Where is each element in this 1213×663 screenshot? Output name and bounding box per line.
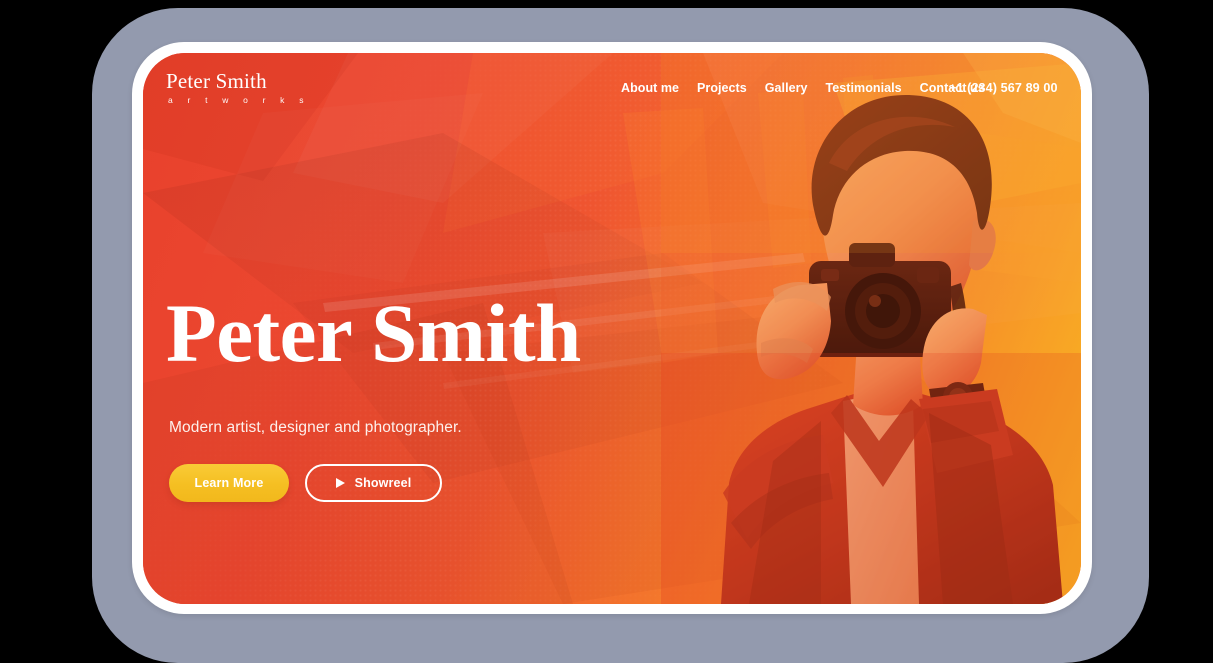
hero-subtitle: Modern artist, designer and photographer… [169,419,462,436]
site-logo[interactable]: Peter Smith a r t w o r k s [166,70,366,105]
logo-name: Peter Smith [166,69,267,93]
showreel-button[interactable]: Showreel [305,464,442,502]
logo-tagline: a r t w o r k s [168,95,310,105]
learn-more-button[interactable]: Learn More [169,464,289,502]
play-icon [335,478,345,488]
nav-item-testimonials[interactable]: Testimonials [826,81,902,95]
hero-actions: Learn More Showreel [169,464,786,502]
nav-item-gallery[interactable]: Gallery [765,81,808,95]
nav-item-projects[interactable]: Projects [697,81,747,95]
hero-section: Peter Smith Modern artist, designer and … [166,291,786,502]
header-phone-number[interactable]: +1 (234) 567 89 00 [949,81,1058,95]
main-navigation: About me Projects Gallery Testimonials C… [621,81,985,95]
showreel-button-label: Showreel [354,476,412,490]
nav-item-about-me[interactable]: About me [621,81,679,95]
hero-title: Peter Smith [166,287,581,379]
site-header: Peter Smith a r t w o r k s About me Pro… [143,53,1081,129]
screenshot-stage: Peter Smith a r t w o r k s About me Pro… [0,0,1213,663]
website-canvas: Peter Smith a r t w o r k s About me Pro… [143,53,1081,604]
